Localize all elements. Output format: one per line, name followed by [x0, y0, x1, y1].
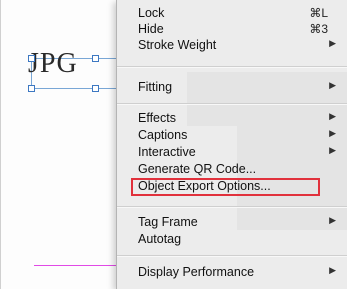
- menu-item-label: Effects: [138, 111, 176, 125]
- menu-item-label: Lock: [138, 6, 165, 20]
- menu-item-label: Stroke Weight: [138, 38, 217, 52]
- submenu-arrow-icon: ▶: [329, 111, 336, 121]
- menu-item-label: Tag Frame: [138, 215, 198, 229]
- menu-item-fitting[interactable]: Fitting ▶: [117, 79, 347, 95]
- menu-separator: [117, 103, 347, 105]
- menu-item-stroke-weight[interactable]: Stroke Weight ▶: [117, 37, 347, 53]
- submenu-arrow-icon: ▶: [329, 38, 336, 48]
- menu-item-label: Display Performance: [138, 265, 255, 279]
- shortcut-label: ⌘3: [309, 22, 328, 36]
- submenu-arrow-icon: ▶: [329, 215, 336, 225]
- menu-item-label: Fitting: [138, 80, 173, 94]
- submenu-arrow-icon: ▶: [329, 145, 336, 155]
- text-frame-content[interactable]: JPG: [28, 48, 78, 80]
- menu-item-interactive[interactable]: Interactive ▶: [117, 144, 347, 160]
- menu-item-effects[interactable]: Effects ▶: [117, 110, 347, 126]
- menu-item-label: Hide: [138, 22, 164, 36]
- menu-item-label: Interactive: [138, 145, 196, 159]
- menu-item-generate-qr-code[interactable]: Generate QR Code...: [117, 161, 347, 177]
- callout-highlight-box: [131, 178, 320, 196]
- magenta-guide: [34, 265, 129, 266]
- context-menu: Lock ⌘L Hide ⌘3 Stroke Weight ▶ Fitting …: [116, 0, 347, 289]
- page-edge: [0, 0, 1, 289]
- menu-separator: [117, 206, 347, 208]
- menu-separator: [117, 66, 347, 68]
- menu-item-hide[interactable]: Hide ⌘3: [117, 21, 347, 37]
- menu-item-lock[interactable]: Lock ⌘L: [117, 5, 347, 21]
- frame-edge-bottom: [31, 88, 121, 89]
- menu-item-display-performance[interactable]: Display Performance ▶: [117, 264, 347, 280]
- submenu-arrow-icon: ▶: [329, 128, 336, 138]
- menu-item-captions[interactable]: Captions ▶: [117, 127, 347, 143]
- selection-handle-top-left[interactable]: [28, 55, 35, 62]
- selection-handle-bottom-left[interactable]: [28, 85, 35, 92]
- submenu-arrow-icon: ▶: [329, 265, 336, 275]
- selection-handle-bottom-right[interactable]: [92, 85, 99, 92]
- menu-item-label: Generate QR Code...: [138, 162, 257, 176]
- menu-item-autotag[interactable]: Autotag: [117, 231, 347, 247]
- submenu-arrow-icon: ▶: [329, 80, 336, 90]
- menu-item-tag-frame[interactable]: Tag Frame ▶: [117, 214, 347, 230]
- selection-handle-top-right[interactable]: [92, 55, 99, 62]
- menu-separator: [117, 255, 347, 257]
- shortcut-label: ⌘L: [309, 6, 328, 20]
- menu-item-label: Captions: [138, 128, 188, 142]
- menu-item-label: Autotag: [138, 232, 182, 246]
